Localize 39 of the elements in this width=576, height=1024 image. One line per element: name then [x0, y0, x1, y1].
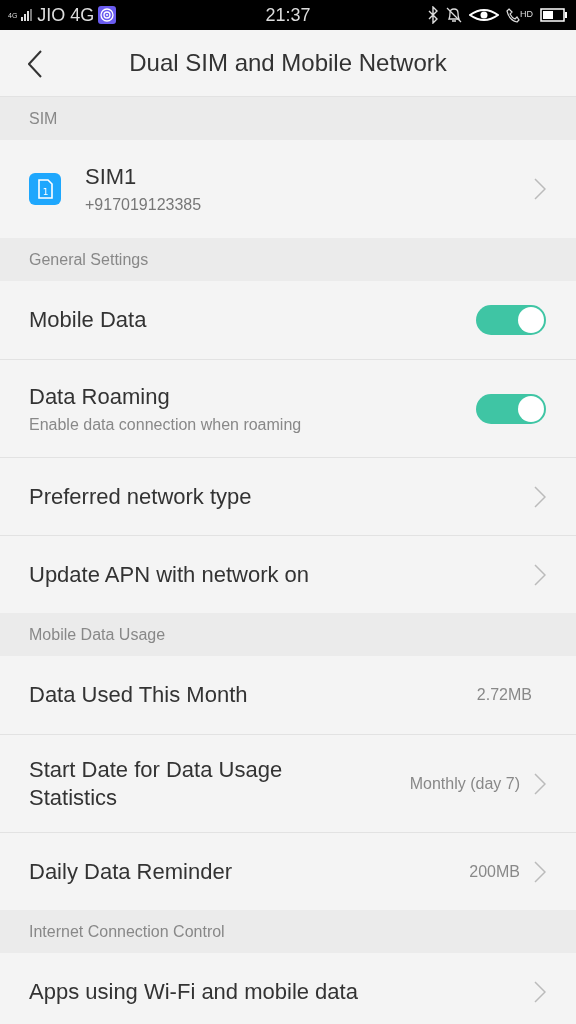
clock: 21:37 — [265, 4, 311, 26]
row-label: Start Date for Data Usage Statistics — [29, 755, 284, 812]
row-value: 2.72MB — [476, 686, 532, 704]
row-label: Preferred network type — [29, 483, 253, 510]
row-value: 200MB — [469, 862, 520, 881]
page-title: Dual SIM and Mobile Network — [129, 49, 447, 77]
row-label: Daily Data Reminder — [29, 858, 233, 885]
muted-bell-icon — [446, 6, 462, 24]
section-header: General Settings — [0, 238, 576, 281]
row-subtitle: Enable data connection when roaming — [29, 415, 303, 434]
signal-icon — [21, 9, 34, 21]
carrier-name: JIO 4G — [37, 4, 95, 26]
row-subtitle: +917019123385 — [85, 196, 203, 214]
row-label: Data Used This Month — [29, 682, 249, 708]
battery-icon — [540, 8, 568, 22]
sim-card-icon: 1 — [29, 173, 61, 205]
row-label: Mobile Data — [29, 307, 148, 333]
phone-icon — [506, 7, 520, 23]
chevron-icon — [534, 485, 546, 508]
row-label: SIM1 — [85, 164, 138, 190]
section-header: SIM — [0, 97, 576, 140]
section-header: Internet Connection Control — [0, 910, 576, 953]
chevron-icon — [534, 178, 546, 200]
bluetooth-icon — [427, 6, 439, 24]
back-icon — [28, 50, 42, 78]
row-value: Monthly (day 7) — [409, 774, 520, 793]
toggle-switch[interactable] — [476, 305, 546, 335]
row-label: Apps using Wi-Fi and mobile data — [29, 979, 359, 1005]
chevron-icon — [534, 860, 546, 883]
row-label: Update APN with network on — [29, 561, 311, 588]
hd-call-label: HD — [520, 9, 533, 19]
hotspot-icon — [98, 6, 117, 24]
section-header: Mobile Data Usage — [0, 613, 576, 656]
toggle-switch[interactable] — [476, 393, 546, 424]
chevron-icon — [534, 981, 546, 1003]
chevron-icon — [534, 772, 546, 795]
eye-icon — [469, 7, 499, 23]
row-label: Data Roaming — [29, 383, 171, 410]
chevron-icon — [534, 563, 546, 586]
